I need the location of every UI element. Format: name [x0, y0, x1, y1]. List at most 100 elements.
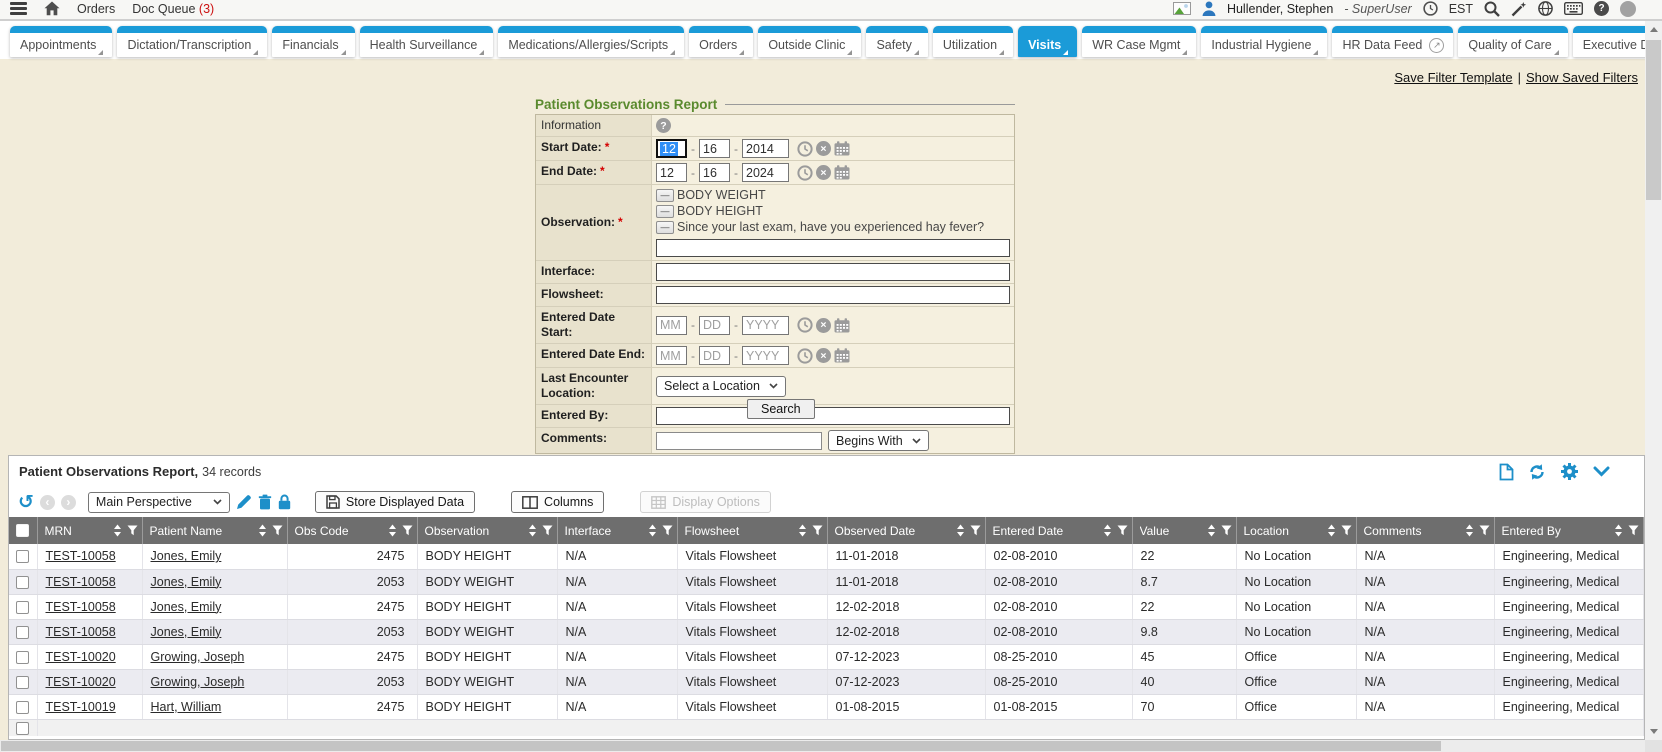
column-header-obs-code[interactable]: Obs Code	[287, 517, 417, 544]
column-header-mrn[interactable]: MRN	[37, 517, 142, 544]
end-date-year-input[interactable]: 2024	[742, 163, 789, 182]
clear-date-icon[interactable]: ×	[816, 141, 831, 156]
keyboard-icon[interactable]	[1564, 2, 1583, 15]
edit-perspective-icon[interactable]	[236, 494, 252, 510]
search-button[interactable]: Search	[747, 399, 815, 419]
mrn-link[interactable]: TEST-10058	[46, 625, 116, 639]
tab-industrial-hygiene[interactable]: Industrial Hygiene	[1201, 26, 1327, 57]
user-name[interactable]: Hullender, Stephen	[1227, 2, 1333, 16]
tab-outside-clinic[interactable]: Outside Clinic	[758, 26, 861, 57]
row-checkbox[interactable]	[16, 651, 29, 664]
picture-icon[interactable]	[1173, 2, 1191, 15]
tab-safety[interactable]: Safety	[866, 26, 927, 57]
filter-funnel-icon[interactable]	[542, 525, 553, 536]
remove-observation-button[interactable]: —	[656, 205, 674, 218]
row-checkbox[interactable]	[16, 601, 29, 614]
patient-name-link[interactable]: Jones, Emily	[151, 625, 222, 639]
lock-perspective-icon[interactable]	[278, 494, 291, 510]
sort-icon[interactable]	[1327, 524, 1336, 537]
column-header-patient-name[interactable]: Patient Name	[142, 517, 287, 544]
column-header-select[interactable]	[9, 517, 37, 544]
menu-icon[interactable]	[10, 2, 27, 15]
sort-icon[interactable]	[798, 524, 807, 537]
column-header-flowsheet[interactable]: Flowsheet	[677, 517, 827, 544]
clear-date-icon[interactable]: ×	[816, 165, 831, 180]
external-link-icon[interactable]: ↗	[1429, 38, 1444, 53]
vertical-scrollbar-thumb[interactable]	[1646, 40, 1661, 200]
table-row[interactable]: TEST-10020Growing, Joseph2053BODY WEIGHT…	[9, 669, 1644, 694]
tab-wr-case-mgmt[interactable]: WR Case Mgmt	[1082, 26, 1196, 57]
filter-funnel-icon[interactable]	[1479, 525, 1490, 536]
entered-date-start-year-input[interactable]: YYYY	[742, 316, 789, 335]
column-header-observed-date[interactable]: Observed Date	[827, 517, 985, 544]
sort-icon[interactable]	[528, 524, 537, 537]
end-date-day-input[interactable]: 16	[699, 163, 730, 182]
table-row[interactable]: TEST-10020Growing, Joseph2475BODY HEIGHT…	[9, 644, 1644, 669]
filter-funnel-icon[interactable]	[1341, 525, 1352, 536]
time-icon[interactable]	[797, 348, 813, 364]
sort-icon[interactable]	[1207, 524, 1216, 537]
sort-icon[interactable]	[1614, 524, 1623, 537]
time-icon[interactable]	[797, 141, 813, 157]
tab-dictation-transcription[interactable]: Dictation/Transcription	[117, 26, 267, 57]
select-all-checkbox[interactable]	[16, 524, 29, 537]
remove-observation-button[interactable]: —	[656, 221, 674, 234]
row-checkbox[interactable]	[16, 701, 29, 714]
patient-name-link[interactable]: Jones, Emily	[151, 549, 222, 563]
vertical-scrollbar[interactable]	[1645, 21, 1662, 740]
column-header-entered-by[interactable]: Entered By	[1494, 517, 1644, 544]
tab-quality-of-care[interactable]: Quality of Care	[1458, 26, 1567, 57]
calendar-icon[interactable]	[834, 165, 850, 180]
sort-icon[interactable]	[1103, 524, 1112, 537]
mrn-link[interactable]: TEST-10058	[46, 600, 116, 614]
new-document-icon[interactable]	[1499, 463, 1514, 481]
perspective-select[interactable]: Main Perspective	[88, 492, 230, 513]
observation-search-input[interactable]	[656, 239, 1010, 257]
mrn-link[interactable]: TEST-10020	[46, 675, 116, 689]
tab-appointments[interactable]: Appointments	[10, 26, 112, 57]
column-header-interface[interactable]: Interface	[557, 517, 677, 544]
clear-date-icon[interactable]: ×	[816, 348, 831, 363]
sort-icon[interactable]	[388, 524, 397, 537]
mrn-link[interactable]: TEST-10019	[46, 700, 116, 714]
home-icon[interactable]	[44, 1, 60, 16]
settings-gear-icon[interactable]	[1560, 462, 1579, 481]
column-header-location[interactable]: Location	[1236, 517, 1356, 544]
filter-funnel-icon[interactable]	[1221, 525, 1232, 536]
patient-name-link[interactable]: Growing, Joseph	[151, 675, 245, 689]
row-checkbox[interactable]	[16, 576, 29, 589]
table-row[interactable]: TEST-10058Jones, Emily2053BODY WEIGHTN/A…	[9, 619, 1644, 644]
start-date-day-input[interactable]: 16	[699, 139, 730, 158]
start-date-month-input[interactable]: 12	[656, 139, 687, 158]
interface-input[interactable]	[656, 263, 1010, 281]
table-row[interactable]: TEST-10058Jones, Emily2475BODY HEIGHTN/A…	[9, 544, 1644, 569]
patient-name-link[interactable]: Jones, Emily	[151, 600, 222, 614]
calendar-icon[interactable]	[834, 348, 850, 363]
search-icon[interactable]	[1484, 1, 1500, 17]
entered-date-end-month-input[interactable]: MM	[656, 346, 687, 365]
entered-date-end-year-input[interactable]: YYYY	[742, 346, 789, 365]
nav-doc-queue[interactable]: Doc Queue (3)	[132, 2, 214, 16]
mrn-link[interactable]: TEST-10058	[46, 575, 116, 589]
undo-icon[interactable]: ↺	[18, 494, 34, 510]
table-row-partial[interactable]	[9, 719, 1644, 736]
mrn-link[interactable]: TEST-10058	[46, 549, 116, 563]
entered-date-start-month-input[interactable]: MM	[656, 316, 687, 335]
filter-funnel-icon[interactable]	[402, 525, 413, 536]
wand-icon[interactable]	[1511, 1, 1527, 17]
table-row[interactable]: TEST-10058Jones, Emily2053BODY WEIGHTN/A…	[9, 569, 1644, 594]
comments-match-type-select[interactable]: Begins With	[828, 430, 929, 451]
tab-orders[interactable]: Orders	[689, 26, 753, 57]
entered-date-end-day-input[interactable]: DD	[699, 346, 730, 365]
table-row[interactable]: TEST-10019Hart, William2475BODY HEIGHTN/…	[9, 694, 1644, 719]
tab-financials[interactable]: Financials	[272, 26, 354, 57]
tab-visits[interactable]: Visits	[1018, 26, 1077, 57]
column-header-value[interactable]: Value	[1132, 517, 1236, 544]
calendar-icon[interactable]	[834, 318, 850, 333]
time-icon[interactable]	[797, 317, 813, 333]
delete-perspective-icon[interactable]	[258, 494, 272, 510]
info-help-icon[interactable]: ?	[656, 118, 671, 133]
sort-icon[interactable]	[648, 524, 657, 537]
user-icon[interactable]	[1202, 1, 1216, 16]
tab-health-surveillance[interactable]: Health Surveillance	[360, 26, 494, 57]
